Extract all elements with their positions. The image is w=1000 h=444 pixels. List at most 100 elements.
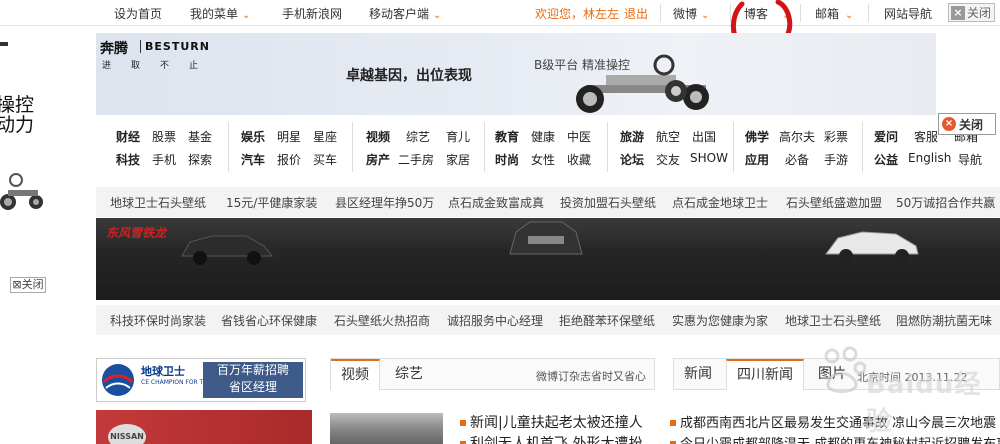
text-ad-link[interactable]: 省钱省心环保健康 [221,312,317,329]
job-ad[interactable]: 地球卫士 CE CHAMPION FOR THE EARTH 百万年薪招聘 省区… [96,358,306,402]
bullet-icon [670,420,676,426]
weibo-dropdown[interactable]: 微博 ⌄ [673,5,709,22]
nav-link[interactable]: 女性 [531,151,555,168]
nav-link[interactable]: 手机 [152,151,176,168]
tab-variety[interactable]: 综艺 [385,359,433,390]
nav-link[interactable]: 导航 [958,151,982,168]
nav-link-auto[interactable]: 汽车 [241,151,265,168]
nav-link[interactable]: 必备 [785,151,809,168]
text-ad-link[interactable]: 阻燃防潮抗菌无味 [896,312,992,329]
nav-link-fashion[interactable]: 时尚 [495,151,519,168]
nav-link-finance[interactable]: 财经 [116,128,140,145]
video-tabs: 视频 综艺 微博订杂志省时又省心 [330,358,655,390]
nav-link[interactable]: 高尔夫 [779,128,815,145]
nav-link-tech[interactable]: 科技 [116,151,140,168]
news-headline[interactable]: 新闻|儿童扶起老太被还撞人 [470,412,643,432]
news-headline[interactable]: 利剑无人机首飞 外形大遭扮 [470,433,642,444]
nav-link-iask[interactable]: 爱问 [874,128,898,145]
text-ad-link[interactable]: 石头壁纸火热招商 [334,312,430,329]
text-ad-link[interactable]: 县区经理年挣50万 [335,194,434,211]
text-ad-link[interactable]: 拒绝醛苯环保壁纸 [559,312,655,329]
nav-link[interactable]: 二手房 [398,151,434,168]
divider [607,122,608,172]
text-ad-link[interactable]: 诚招服务中心经理 [447,312,543,329]
nav-link[interactable]: 星座 [313,128,337,145]
tab-news[interactable]: 新闻 [674,359,722,390]
nav-link-ent[interactable]: 娱乐 [241,128,265,145]
text-ad-link[interactable]: 15元/平健康家装 [226,194,317,211]
nav-link[interactable]: 出国 [692,128,716,145]
nissan-ad[interactable]: NISSAN [96,410,312,444]
nav-link[interactable]: 家居 [446,151,470,168]
nav-link[interactable]: 客服 [914,128,938,145]
nav-link[interactable]: 彩票 [824,128,848,145]
text-ad-link[interactable]: 点石成金致富成真 [448,194,544,211]
text-ad-link[interactable]: 地球卫士石头壁纸 [110,194,206,211]
job-ad-brand: 地球卫士 [141,365,185,378]
mobile-sina-link[interactable]: 手机新浪网 [282,5,342,22]
paw-icon [824,346,866,393]
divider [733,122,734,172]
my-menu-dropdown[interactable]: 我的菜单 ⌄ [190,5,250,22]
top-bar: 设为首页 我的菜单 ⌄ 手机新浪网 移动客户端 ⌄ 欢迎您，林左左 退出 微博 ⌄ 博… [0,0,1000,26]
baidu-watermark: Baidu经验 [820,340,996,437]
nav-link[interactable]: 明星 [277,128,301,145]
text-ad-link[interactable]: 地球卫士石头壁纸 [785,312,881,329]
nav-link[interactable]: 综艺 [406,128,430,145]
left-ad-line2: 动力 [0,114,35,136]
mail-dropdown[interactable]: 邮箱 ⌄ [815,5,853,22]
nav-link[interactable]: 基金 [188,128,212,145]
job-ad-line2: 省区经理 [228,380,277,394]
tab-video[interactable]: 视频 [331,359,380,390]
welcome-text: 欢迎您，林左左 [535,7,620,21]
nav-link-apps[interactable]: 应用 [745,151,769,168]
close-icon: × [951,5,965,20]
left-ad-close-button[interactable]: ⊠关闭 [10,277,46,293]
nav-link-buddhism[interactable]: 佛学 [745,128,769,145]
car-banner-ad[interactable]: 东风雪铁龙 [96,218,1000,300]
nav-link[interactable]: 股票 [152,128,176,145]
close-button[interactable]: × 关闭 [948,3,995,22]
chevron-down-icon: ⌄ [701,10,710,21]
nav-link[interactable]: 航空 [656,128,680,145]
nav-grid-cut-row [96,116,936,120]
nav-link[interactable]: SHOW [690,151,728,165]
nav-link[interactable]: 中医 [567,128,591,145]
nav-link-house[interactable]: 房产 [366,151,390,168]
right-ad-close-button[interactable]: × 关闭 [938,113,996,135]
text-ad-link[interactable]: 石头壁纸盛邀加盟 [786,194,882,211]
weibo-magazine-link[interactable]: 微博订杂志省时又省心 [536,368,646,384]
car-chassis-image [576,54,709,113]
text-ad-link[interactable]: 点石成金地球卫士 [672,194,768,211]
nav-link[interactable]: 探索 [188,151,212,168]
nav-link[interactable]: 手游 [824,151,848,168]
nav-link[interactable]: 交友 [656,151,680,168]
tab-sichuan-news[interactable]: 四川新闻 [726,359,804,390]
text-ad-link[interactable]: 实惠为您健康为家 [672,312,768,329]
text-ad-link[interactable]: 投资加盟石头壁纸 [560,194,656,211]
logout-link[interactable]: 退出 [624,5,648,22]
nav-link-edu[interactable]: 教育 [495,128,519,145]
nav-link-travel[interactable]: 旅游 [620,128,644,145]
mobile-client-dropdown[interactable]: 移动客户端 ⌄ [369,5,441,22]
chevron-down-icon: ⌄ [433,10,442,21]
nav-link[interactable]: 报价 [277,151,301,168]
nav-link[interactable]: 育儿 [446,128,470,145]
nav-link-video[interactable]: 视频 [366,128,390,145]
divider [868,4,869,22]
nav-link[interactable]: 健康 [531,128,555,145]
job-ad-line1: 百万年薪招聘 [216,363,289,377]
nav-link-forum[interactable]: 论坛 [620,151,644,168]
set-home-link[interactable]: 设为首页 [114,5,162,22]
text-ad-link[interactable]: 科技环保时尚家装 [110,312,206,329]
site-nav-link[interactable]: 网站导航 [884,5,932,22]
nav-link-charity[interactable]: 公益 [874,151,898,168]
globe-logo-icon [102,364,134,396]
nav-link[interactable]: English [908,151,951,165]
nav-link[interactable]: 收藏 [567,151,591,168]
banner-ad[interactable]: 奔腾 BESTURN 进取不止 卓越基因，出位表现 B级平台 精准操控 [96,33,936,115]
text-ad-link[interactable]: 50万诚招合作共赢 [896,194,995,211]
left-side-ad[interactable]: 操控 动力 [0,26,48,226]
news-photo[interactable] [330,413,443,444]
nav-link[interactable]: 买车 [313,151,337,168]
